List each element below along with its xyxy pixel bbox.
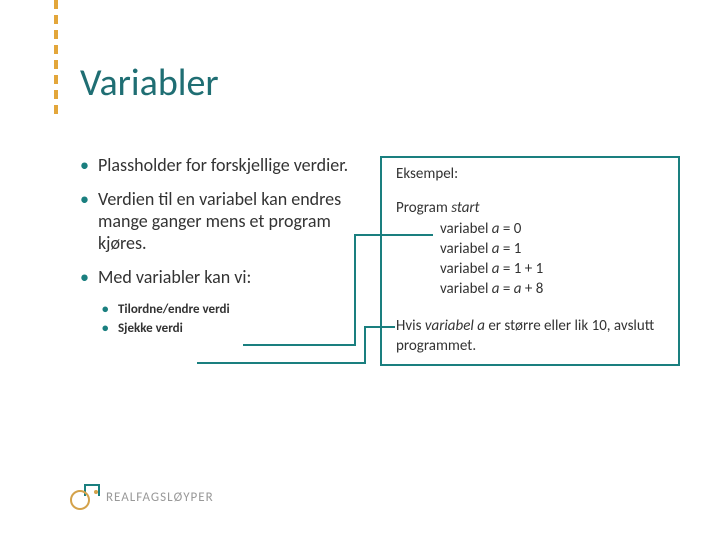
footer-logo: REALFAGSLØYPER	[70, 484, 214, 510]
example-box: Eksempel: Program start variabel a = 0 v…	[380, 156, 680, 366]
code-line-3: variabel a = 1 + 1	[440, 259, 664, 279]
bullet-2: Verdien til en variabel kan endres mange…	[80, 189, 360, 255]
program-start-word: start	[451, 199, 479, 217]
slide-title: Variabler	[80, 60, 219, 106]
program-label: Program	[396, 199, 451, 217]
example-header: Eksempel:	[396, 164, 664, 184]
t: = 1 + 1	[500, 260, 544, 278]
conditional-line: Hvis variabel a er større eller lik 10, …	[396, 316, 664, 357]
t: Hvis	[396, 317, 425, 335]
t: variabel	[440, 280, 492, 298]
t: + 8	[521, 280, 543, 298]
t: =	[500, 280, 514, 298]
code-line-2: variabel a = 1	[440, 239, 664, 259]
code-line-1: variabel a = 0	[440, 219, 664, 239]
t: variabel	[440, 220, 492, 238]
sub-bullet-2: Sjekke verdi	[80, 320, 360, 338]
bullet-3: Med variabler kan vi:	[80, 267, 360, 289]
t: variabel	[440, 260, 492, 278]
program-start-line: Program start	[396, 198, 664, 218]
bullet-list: Plassholder for forskjellige verdier. Ve…	[80, 155, 360, 340]
code-line-4: variabel a = a + 8	[440, 279, 664, 299]
sub-bullet-1: Tilordne/endre verdi	[80, 301, 360, 319]
var-a: a	[492, 220, 500, 238]
var-a: a	[492, 280, 500, 298]
t: = 1	[500, 240, 522, 258]
bullet-1: Plassholder for forskjellige verdier.	[80, 155, 360, 177]
var-a: a	[492, 240, 500, 258]
var-a: a	[492, 260, 500, 278]
t: = 0	[500, 220, 522, 238]
logo-mark-icon	[70, 484, 100, 510]
t: variabel	[440, 240, 492, 258]
side-accent	[54, 0, 58, 114]
logo-text: REALFAGSLØYPER	[106, 490, 214, 505]
var-ref: variabel a	[425, 317, 485, 335]
